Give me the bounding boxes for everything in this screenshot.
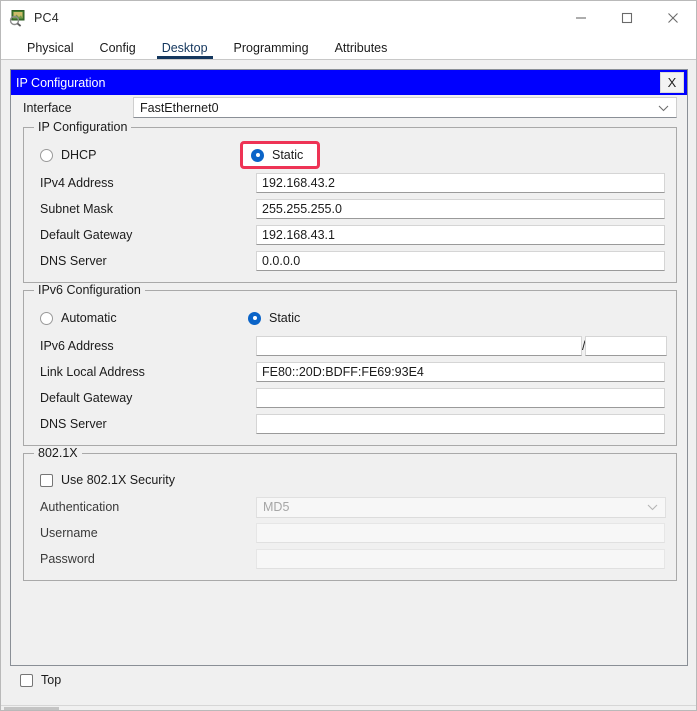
authentication-row: Authentication MD5 [24, 494, 676, 520]
interface-row: Interface FastEthernet0 [11, 95, 687, 120]
ipv6-prefix-length-input[interactable] [585, 336, 667, 356]
chevron-down-icon-auth [647, 500, 658, 514]
authentication-select: MD5 [256, 497, 666, 518]
title-bar: PC4 [1, 1, 696, 34]
ipv6-address-label: IPv6 Address [40, 339, 256, 353]
tab-physical[interactable]: Physical [14, 41, 87, 59]
ipv4-gateway-label: Default Gateway [40, 228, 256, 242]
ipv4-address-row: IPv4 Address 192.168.43.2 [24, 170, 676, 196]
ipv4-mode-row: DHCP Static [24, 140, 676, 170]
ipv6-dns-input[interactable] [256, 414, 665, 434]
tab-strip: Physical Config Desktop Programming Attr… [1, 34, 696, 60]
ipv6-mode-row: Automatic Static [24, 303, 676, 333]
password-input [256, 549, 665, 569]
username-input [256, 523, 665, 543]
link-local-address-row: Link Local Address FE80::20D:BDFF:FE69:9… [24, 359, 676, 385]
window-controls [558, 1, 696, 34]
use-dot1x-security-row[interactable]: Use 802.1X Security [24, 466, 676, 494]
ipv4-address-label: IPv4 Address [40, 176, 256, 190]
chevron-down-icon [658, 101, 669, 115]
tab-programming[interactable]: Programming [221, 41, 322, 59]
ipv6-gateway-row: Default Gateway [24, 385, 676, 411]
ipv6-address-input[interactable] [256, 336, 582, 356]
ipv4-group-title: IP Configuration [34, 120, 131, 134]
ipv6-group-title: IPv6 Configuration [34, 283, 145, 297]
ipv4-dhcp-option[interactable]: DHCP [40, 148, 240, 162]
top-checkbox-label: Top [41, 673, 61, 687]
interface-select[interactable]: FastEthernet0 [133, 97, 677, 118]
username-label: Username [40, 526, 256, 540]
ipv4-gateway-row: Default Gateway 192.168.43.1 [24, 222, 676, 248]
radio-icon-automatic[interactable] [40, 312, 53, 325]
ipv4-static-option-highlighted[interactable]: Static [240, 141, 320, 169]
window-title: PC4 [34, 11, 59, 25]
ipv6-automatic-option[interactable]: Automatic [40, 311, 240, 325]
ipv6-address-row: IPv6 Address / [24, 333, 676, 359]
tab-attributes[interactable]: Attributes [322, 41, 401, 59]
ipv4-dhcp-label: DHCP [61, 148, 96, 162]
ipv6-gateway-input[interactable] [256, 388, 665, 408]
dot1x-group: 802.1X Use 802.1X Security Authenticatio… [23, 453, 677, 581]
desktop-panel: IP Configuration X Interface FastEtherne… [1, 60, 696, 710]
ipv6-gateway-label: Default Gateway [40, 391, 256, 405]
ipv4-static-label: Static [272, 148, 303, 162]
ipv6-dns-row: DNS Server [24, 411, 676, 437]
password-label: Password [40, 552, 256, 566]
use-dot1x-security-label: Use 802.1X Security [61, 473, 175, 487]
tab-desktop[interactable]: Desktop [149, 41, 221, 59]
device-icon [8, 9, 26, 27]
ip-configuration-dialog: IP Configuration X Interface FastEtherne… [10, 69, 688, 666]
horizontal-scrollbar[interactable] [1, 705, 696, 710]
radio-icon-ipv6-static[interactable] [248, 312, 261, 325]
subnet-mask-label: Subnet Mask [40, 202, 256, 216]
ipv4-dns-input[interactable]: 0.0.0.0 [256, 251, 665, 271]
checkbox-icon-use-dot1x[interactable] [40, 474, 53, 487]
authentication-label: Authentication [40, 500, 256, 514]
maximize-icon[interactable] [604, 1, 650, 34]
ipv6-configuration-group: IPv6 Configuration Automatic Static IPv6… [23, 290, 677, 446]
ipv6-dns-label: DNS Server [40, 417, 256, 431]
ipv6-static-label: Static [269, 311, 300, 325]
dot1x-group-title: 802.1X [34, 446, 82, 460]
ipv6-static-option[interactable]: Static [240, 307, 314, 329]
close-icon[interactable] [650, 1, 696, 34]
authentication-value: MD5 [263, 500, 289, 514]
interface-label: Interface [23, 101, 133, 115]
password-row: Password [24, 546, 676, 572]
ipv4-address-input[interactable]: 192.168.43.2 [256, 173, 665, 193]
dialog-close-button[interactable]: X [660, 72, 684, 93]
minimize-icon[interactable] [558, 1, 604, 34]
username-row: Username [24, 520, 676, 546]
link-local-address-label: Link Local Address [40, 365, 256, 379]
ipv6-automatic-label: Automatic [61, 311, 117, 325]
radio-icon-static[interactable] [251, 149, 264, 162]
interface-value: FastEthernet0 [140, 101, 219, 115]
link-local-address-input[interactable]: FE80::20D:BDFF:FE69:93E4 [256, 362, 665, 382]
radio-icon-dhcp[interactable] [40, 149, 53, 162]
ipv4-dns-row: DNS Server 0.0.0.0 [24, 248, 676, 274]
pc-configuration-window: PC4 Physical Config Desktop Programming … [0, 0, 697, 711]
dialog-caption-bar: IP Configuration X [11, 70, 687, 95]
footer-bar: Top [10, 666, 687, 694]
dialog-title: IP Configuration [16, 76, 105, 90]
subnet-mask-input[interactable]: 255.255.255.0 [256, 199, 665, 219]
checkbox-icon-top[interactable] [20, 674, 33, 687]
tab-config[interactable]: Config [87, 41, 149, 59]
ipv4-gateway-input[interactable]: 192.168.43.1 [256, 225, 665, 245]
ipv4-dns-label: DNS Server [40, 254, 256, 268]
subnet-mask-row: Subnet Mask 255.255.255.0 [24, 196, 676, 222]
ipv4-configuration-group: IP Configuration DHCP Static IPv4 Addres… [23, 127, 677, 283]
